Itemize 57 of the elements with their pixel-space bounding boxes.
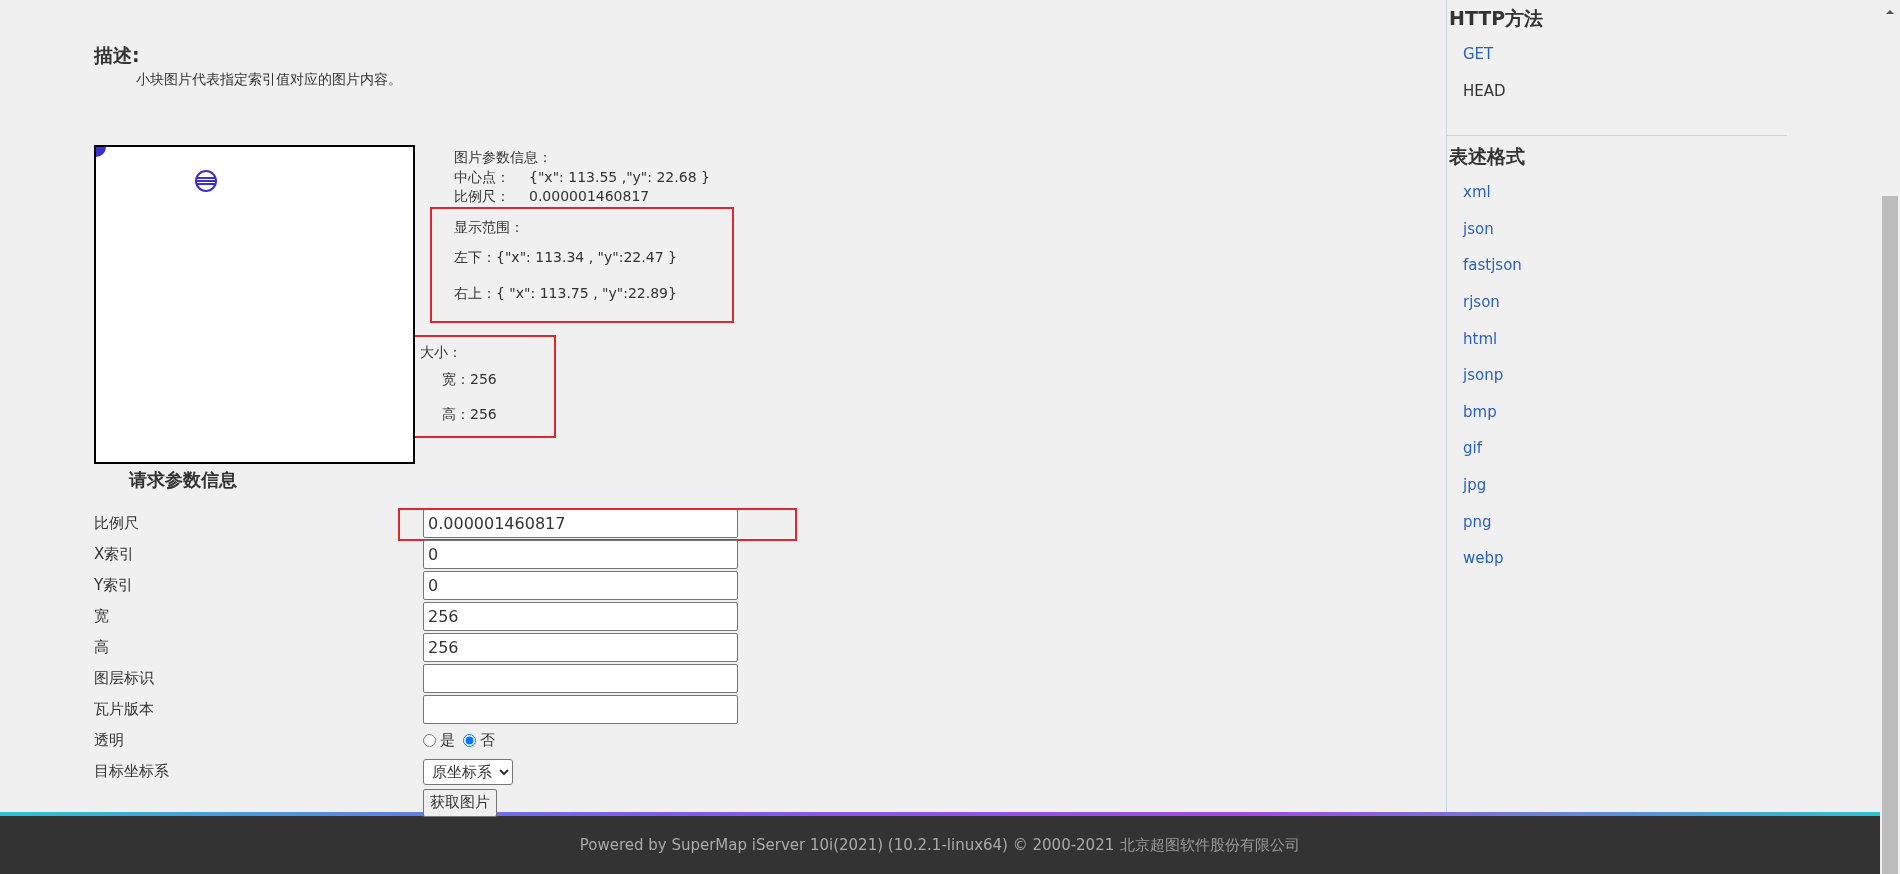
input-field[interactable]: 256 bbox=[423, 633, 738, 662]
info-title: 图片参数信息： bbox=[454, 148, 552, 167]
sidebar-heading: HTTP方法 bbox=[1449, 6, 1545, 31]
sidebar-link[interactable]: jsonp bbox=[1447, 357, 1787, 394]
field-label: 目标坐标系 bbox=[94, 761, 170, 783]
input-field[interactable]: 0.000001460817 bbox=[423, 509, 738, 538]
field-label: Y索引 bbox=[94, 575, 135, 597]
submit-button[interactable]: 获取图片 bbox=[423, 788, 497, 817]
sidebar-link[interactable]: HEAD bbox=[1447, 72, 1786, 110]
field-label: 宽 bbox=[94, 606, 110, 628]
sidebar-link[interactable]: jpg bbox=[1447, 466, 1787, 504]
info-title: 显示范围： bbox=[454, 217, 525, 237]
info-line: 高：256 bbox=[441, 405, 498, 424]
field-label: 瓦片版本 bbox=[94, 699, 155, 721]
field-label: 透明 bbox=[94, 730, 125, 752]
sidebar-link[interactable]: json bbox=[1447, 210, 1787, 248]
sidebar-link[interactable]: GET bbox=[1447, 36, 1786, 73]
input-field[interactable] bbox=[423, 695, 738, 724]
radio-button[interactable] bbox=[423, 734, 436, 747]
field-label: 高 bbox=[94, 637, 110, 659]
info-value: {"x": 113.55 ,"y": 22.68 } bbox=[529, 167, 710, 187]
input-field[interactable]: 256 bbox=[423, 602, 738, 631]
map-symbol-icon bbox=[96, 147, 108, 157]
sidebar-link[interactable]: rjson bbox=[1447, 283, 1787, 321]
map-symbol-icon bbox=[194, 169, 218, 193]
info-value: 0.000001460817 bbox=[529, 187, 650, 206]
radio-label[interactable]: 是 bbox=[440, 729, 455, 752]
sidebar-link[interactable]: bmp bbox=[1447, 393, 1787, 431]
input-field[interactable] bbox=[423, 664, 738, 693]
scrollbar-thumb[interactable] bbox=[1882, 196, 1898, 874]
select-field[interactable]: 原坐标系 bbox=[423, 758, 513, 785]
field-label: X索引 bbox=[94, 544, 136, 566]
footer-text: Powered by SuperMap iServer 10i(2021) (10.2.1-linux64) © 2000-2021 bbox=[579, 834, 1115, 856]
sidebar-link[interactable]: fastjson bbox=[1447, 247, 1787, 284]
field-label: 比例尺 bbox=[94, 513, 140, 535]
input-field[interactable]: 0 bbox=[423, 540, 738, 569]
section-heading: 描述: bbox=[94, 43, 141, 68]
info-line: 左下：{"x": 113.34 , "y":22.47 } bbox=[454, 247, 678, 267]
sidebar-heading: 表述格式 bbox=[1449, 144, 1526, 170]
description-text: 小块图片代表指定索引值对应的图片内容。 bbox=[135, 70, 403, 89]
sidebar-link[interactable]: webp bbox=[1447, 540, 1787, 577]
info-label: 比例尺： bbox=[454, 187, 511, 206]
info-line: 宽：256 bbox=[441, 370, 498, 389]
company-link[interactable]: 北京超图软件股份有限公司 bbox=[1120, 833, 1301, 857]
radio-label[interactable]: 否 bbox=[480, 729, 495, 752]
info-title: 大小： bbox=[420, 342, 463, 362]
sidebar-link[interactable]: xml bbox=[1447, 174, 1787, 211]
info-line: 右上：{ "x": 113.75 , "y":22.89} bbox=[454, 283, 678, 303]
scroll-up-icon[interactable] bbox=[1885, 8, 1895, 16]
sidebar-link[interactable]: png bbox=[1447, 503, 1787, 541]
form-heading: 请求参数信息 bbox=[127, 468, 238, 492]
sidebar-link[interactable]: gif bbox=[1447, 430, 1787, 467]
field-label: 图层标识 bbox=[94, 668, 155, 690]
radio-button[interactable] bbox=[463, 734, 476, 747]
info-label: 中心点： bbox=[454, 167, 511, 187]
sidebar-link[interactable]: html bbox=[1447, 320, 1787, 358]
input-field[interactable]: 0 bbox=[423, 571, 738, 600]
